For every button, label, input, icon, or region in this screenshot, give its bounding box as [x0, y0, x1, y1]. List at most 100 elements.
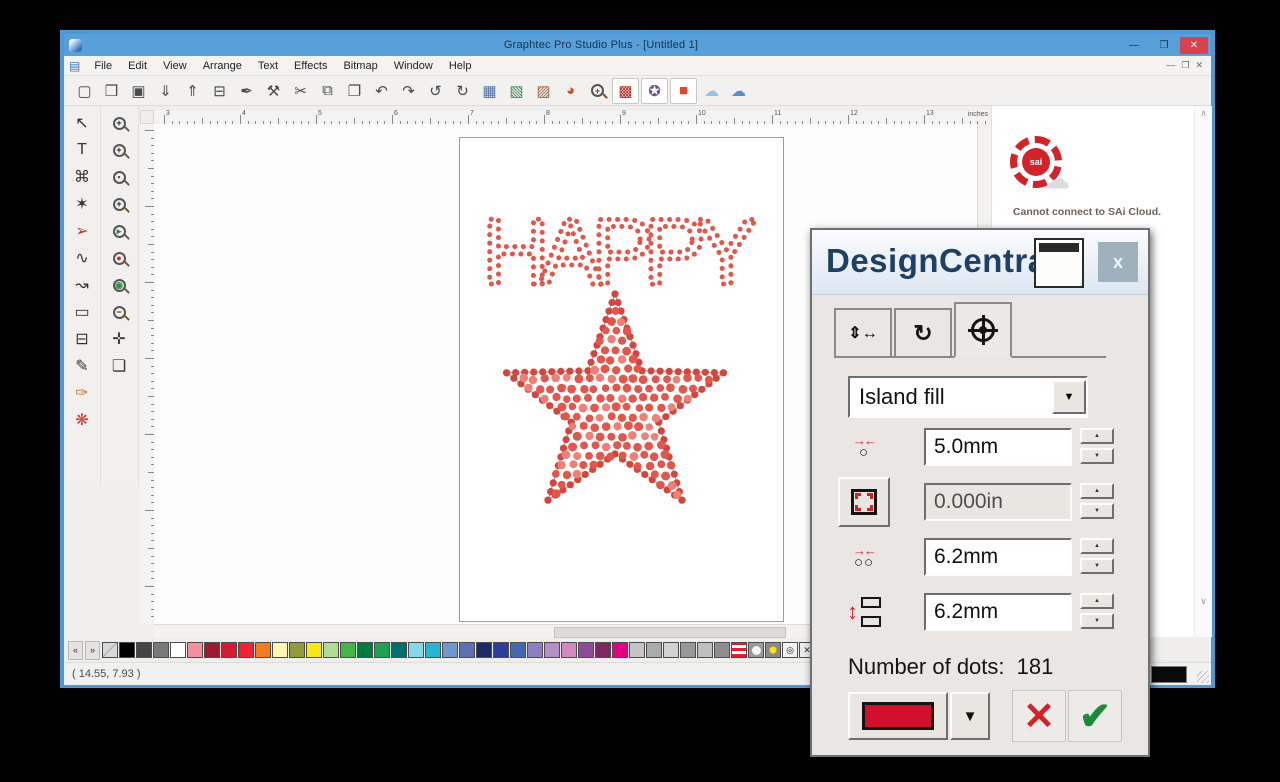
palette-swatch[interactable] — [323, 642, 339, 658]
pen-tool[interactable]: ✎ — [68, 353, 96, 379]
zoom-plus[interactable]: + — [105, 191, 133, 217]
palette-swatch[interactable] — [408, 642, 424, 658]
maximize-button[interactable]: ❐ — [1150, 37, 1178, 54]
open-button[interactable]: ❒ — [99, 79, 124, 103]
menu-help[interactable]: Help — [441, 60, 480, 72]
mdi-minimize-button[interactable]: — — [1166, 60, 1175, 71]
text-tool[interactable]: T — [68, 137, 96, 163]
current-color-indicator[interactable] — [1151, 666, 1187, 683]
dialog-title-bar[interactable]: DesignCentral x — [812, 230, 1148, 295]
sai-store-button[interactable]: ■ — [670, 78, 697, 104]
apply-button[interactable]: ✔ — [1068, 690, 1122, 742]
cut-button[interactable]: ✂ — [288, 79, 313, 103]
redo-history-button[interactable]: ↻ — [450, 79, 475, 103]
palette-swatch[interactable] — [680, 642, 696, 658]
menu-edit[interactable]: Edit — [120, 60, 155, 72]
palette-swatch[interactable] — [714, 642, 730, 658]
stone-size-spin-up[interactable]: ▲ — [1080, 428, 1114, 444]
menu-text[interactable]: Text — [250, 60, 286, 72]
palette-swatch[interactable] — [731, 642, 747, 658]
palette-swatch[interactable] — [170, 642, 186, 658]
menu-file[interactable]: File — [86, 60, 120, 72]
dialog-close-button[interactable]: x — [1098, 242, 1138, 282]
ruler-origin-button[interactable] — [140, 110, 154, 124]
mdi-restore-button[interactable]: ❐ — [1181, 60, 1189, 71]
zoom-drawing[interactable]: + — [105, 110, 133, 136]
palette-swatch[interactable] — [748, 642, 764, 658]
cloud-download-button[interactable]: ☁ — [699, 79, 724, 103]
tab-size[interactable]: ⇕↔ — [834, 308, 892, 356]
palette-swatch[interactable] — [136, 642, 152, 658]
palette-swatch[interactable] — [595, 642, 611, 658]
vertical-spacing-spin-down[interactable]: ▼ — [1080, 613, 1114, 629]
plot-cut-button[interactable]: ✒ — [234, 79, 259, 103]
palette-scroll-right-button[interactable]: » — [85, 641, 100, 660]
zoom-out[interactable]: − — [105, 299, 133, 325]
horizontal-spacing-spin-down[interactable]: ▼ — [1080, 558, 1114, 574]
panel-scrollbar[interactable]: ∧ ∨ — [1194, 106, 1212, 637]
fill-editor-button[interactable]: ▧ — [504, 79, 529, 103]
palette-swatch[interactable] — [510, 642, 526, 658]
palette-swatch[interactable] — [459, 642, 475, 658]
export-button[interactable]: ⇑ — [180, 79, 205, 103]
palette-swatch[interactable] — [697, 642, 713, 658]
save-button[interactable]: ▣ — [126, 79, 151, 103]
color-profile-button[interactable]: ✪ — [641, 78, 668, 104]
palette-swatch[interactable] — [221, 642, 237, 658]
stone-color-dropdown-button[interactable]: ▼ — [950, 692, 990, 740]
color-wheel-button[interactable]: ◕ — [558, 79, 583, 103]
import-button[interactable]: ⇓ — [153, 79, 178, 103]
node-edit-tool[interactable]: ⌘ — [68, 164, 96, 190]
resize-grip[interactable] — [1197, 671, 1209, 683]
zoom-in[interactable]: + — [105, 137, 133, 163]
menu-effects[interactable]: Effects — [286, 60, 335, 72]
color-pages-button[interactable]: ▨ — [531, 79, 556, 103]
scroll-up-arrow[interactable]: ∧ — [1195, 108, 1212, 119]
freehand-tool[interactable]: ↝ — [68, 272, 96, 298]
measure-tool[interactable]: ∿ — [68, 245, 96, 271]
pan-tool[interactable]: ✛ — [105, 326, 133, 352]
stone-size-spin-down[interactable]: ▼ — [1080, 448, 1114, 464]
palette-swatch[interactable] — [255, 642, 271, 658]
palette-swatch[interactable]: ◎ — [782, 642, 798, 658]
dialog-restore-button[interactable] — [1034, 238, 1084, 288]
palette-swatch[interactable] — [340, 642, 356, 658]
palette-swatch[interactable] — [272, 642, 288, 658]
palette-swatch[interactable] — [527, 642, 543, 658]
print-button[interactable]: ⊟ — [207, 79, 232, 103]
palette-swatch[interactable] — [357, 642, 373, 658]
copy-button[interactable]: ⧉ — [315, 79, 340, 103]
palette-swatch[interactable] — [629, 642, 645, 658]
palette-swatch[interactable] — [663, 642, 679, 658]
vertical-spacing-spin-up[interactable]: ▲ — [1080, 593, 1114, 609]
palette-swatch[interactable] — [646, 642, 662, 658]
vertical-spacing-field[interactable]: 6.2mm — [924, 593, 1072, 631]
zoom-colors[interactable]: ◉ — [105, 272, 133, 298]
palette-swatch[interactable] — [306, 642, 322, 658]
new-button[interactable]: ▢ — [72, 79, 97, 103]
dimension-tool[interactable]: ⊟ — [68, 326, 96, 352]
view-page[interactable]: ❏ — [105, 353, 133, 379]
palette-swatch[interactable] — [425, 642, 441, 658]
palette-swatch[interactable] — [374, 642, 390, 658]
horizontal-ruler[interactable]: inches 345678910111213 — [154, 110, 990, 125]
palette-swatch[interactable] — [544, 642, 560, 658]
paste-button[interactable]: ❐ — [342, 79, 367, 103]
outline-inset-spin-up[interactable]: ▲ — [1080, 483, 1114, 499]
cancel-button[interactable]: ✕ — [1012, 690, 1066, 742]
horizontal-spacing-field[interactable]: 6.2mm — [924, 538, 1072, 576]
zoom-page[interactable]: ▪ — [105, 164, 133, 190]
select-tool[interactable]: ↖ — [68, 110, 96, 136]
palette-swatch[interactable] — [153, 642, 169, 658]
menu-view[interactable]: View — [155, 60, 195, 72]
outline-inset-spin-down[interactable]: ▼ — [1080, 503, 1114, 519]
stone-color-button[interactable] — [848, 692, 948, 740]
horizontal-spacing-spin-up[interactable]: ▲ — [1080, 538, 1114, 554]
palette-swatch[interactable] — [578, 642, 594, 658]
palette-swatch[interactable] — [612, 642, 628, 658]
palette-swatch[interactable] — [102, 642, 118, 658]
shapes-tool[interactable]: ✶ — [68, 191, 96, 217]
rhinestone-artwork[interactable]: HAPPY — [460, 138, 785, 623]
mdi-close-button[interactable]: ✕ — [1195, 60, 1203, 71]
palette-swatch[interactable] — [289, 642, 305, 658]
